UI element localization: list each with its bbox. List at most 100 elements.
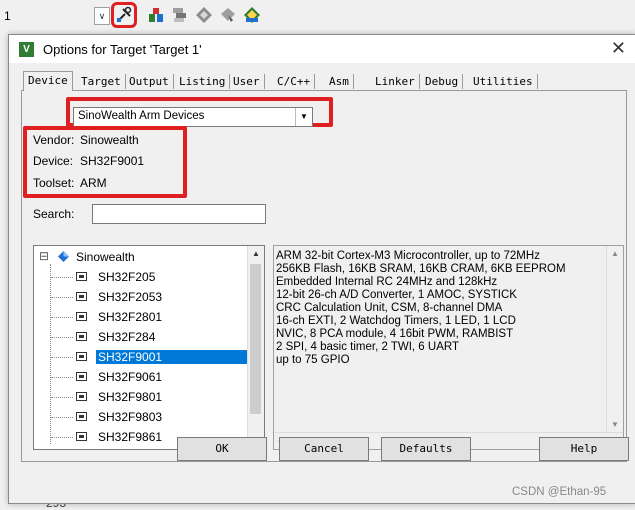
tree-connector	[51, 397, 73, 398]
defaults-button[interactable]: Defaults	[381, 437, 471, 461]
tab-asm[interactable]: Asm	[325, 74, 354, 89]
tree-item-label: SH32F9861	[98, 430, 163, 444]
device-value: SH32F9001	[80, 154, 145, 168]
tree-item-label: SH32F9801	[98, 390, 163, 404]
tree-item-device[interactable]: SH32F9801	[34, 388, 244, 406]
close-icon[interactable]: ✕	[611, 38, 626, 59]
tree-connector	[51, 277, 73, 278]
device-database-value: SinoWealth Arm Devices	[78, 110, 205, 122]
tree-item-device[interactable]: SH32F205	[34, 268, 244, 286]
options-for-target-icon	[117, 6, 132, 22]
chip-icon	[76, 372, 87, 381]
tab-listing[interactable]: Listing	[175, 74, 231, 89]
chip-icon	[76, 412, 87, 421]
tree-connector	[51, 377, 73, 378]
description-line: up to 75 GPIO	[276, 354, 350, 366]
description-line: NVIC, 8 PCA module, 4 16bit PWM, RAMBIST	[276, 328, 514, 340]
scroll-up-icon[interactable]: ▲	[611, 249, 619, 258]
manage-components-button[interactable]	[170, 5, 190, 25]
options-for-target-button[interactable]	[111, 2, 137, 28]
tree-item-label: SH32F284	[98, 330, 156, 344]
description-vscroll[interactable]: ▲ ▼	[606, 246, 623, 432]
select-software-packs-icon	[196, 7, 212, 23]
tree-item-label: SH32F2801	[98, 310, 163, 324]
tree-root-row[interactable]: ⊟ Sinowealth	[34, 248, 244, 266]
tree-connector	[51, 357, 73, 358]
chevron-down-icon[interactable]: ∨	[94, 7, 110, 25]
device-database-select[interactable]: SinoWealth Arm Devices ▼	[73, 107, 313, 127]
vendor-value: Sinowealth	[80, 133, 139, 147]
chip-icon	[76, 272, 87, 281]
chip-icon	[76, 392, 87, 401]
device-description: ARM 32-bit Cortex-M3 Microcontroller, up…	[273, 245, 624, 450]
description-line: 12-bit 26-ch A/D Converter, 1 AMOC, SYST…	[276, 289, 517, 301]
tree-connector	[51, 437, 73, 438]
tab-c-cpp[interactable]: C/C++	[273, 74, 316, 89]
tab-bar: Device Target Output Listing User C/C++ …	[21, 71, 625, 91]
description-line: 256KB Flash, 16KB SRAM, 16KB CRAM, 6KB E…	[276, 263, 566, 275]
collapse-icon[interactable]: ⊟	[39, 249, 49, 263]
description-line: Embedded Internal RC 24MHz and 128kHz	[276, 276, 498, 288]
scroll-thumb[interactable]	[250, 264, 261, 414]
tree-item-device[interactable]: SH32F9061	[34, 368, 244, 386]
ok-button[interactable]: OK	[177, 437, 267, 461]
chevron-down-icon[interactable]: ▼	[295, 108, 312, 126]
dialog-title: Options for Target 'Target 1'	[43, 42, 202, 57]
tree-connector	[51, 297, 73, 298]
batch-build-button[interactable]	[218, 5, 238, 25]
cancel-button[interactable]: Cancel	[279, 437, 369, 461]
description-line: 2 SPI, 4 basic timer, 2 TWI, 6 UART	[276, 341, 459, 353]
tab-utilities[interactable]: Utilities	[469, 74, 538, 89]
tree-scrollbar[interactable]: ▲ ▼	[247, 246, 264, 449]
search-label: Search:	[33, 207, 75, 221]
keil-app-icon: V	[19, 42, 34, 57]
description-line: 16-ch EXTI, 2 Watchdog Timers, 1 LED, 1 …	[276, 315, 516, 327]
tab-linker[interactable]: Linker	[371, 74, 420, 89]
chip-icon	[76, 332, 87, 341]
tree-item-label: SH32F205	[98, 270, 156, 284]
toolbar: 1 ∨	[0, 0, 635, 32]
select-software-packs-button[interactable]	[194, 5, 214, 25]
description-line: CRC Calculation Unit, CSM, 8-channel DMA	[276, 302, 503, 314]
toolset-value: ARM	[80, 176, 107, 190]
vendor-label: Vendor:	[33, 133, 75, 147]
dialog-titlebar: V Options for Target 'Target 1' ✕	[9, 35, 635, 63]
manage-components-icon	[173, 8, 186, 22]
tab-debug[interactable]: Debug	[421, 74, 464, 89]
tree-item-device[interactable]: SH32F9803	[34, 408, 244, 426]
scroll-down-icon[interactable]: ▼	[611, 420, 619, 429]
tree-item-device[interactable]: SH32F284	[34, 328, 244, 346]
tab-target[interactable]: Target	[77, 74, 126, 89]
tree-connector	[51, 317, 73, 318]
manage-project-items-icon	[244, 7, 260, 23]
pack-installer-button[interactable]	[146, 5, 166, 25]
scroll-up-icon[interactable]: ▲	[252, 249, 260, 258]
target-field-value: 1	[4, 9, 11, 23]
tree-item-label: SH32F2053	[98, 290, 163, 304]
tree-item-label: SH32F9061	[98, 370, 163, 384]
tree-item-device[interactable]: SH32F9001	[34, 348, 248, 366]
search-input[interactable]	[92, 204, 266, 224]
toolset-label: Toolset:	[33, 176, 75, 190]
tree-item-label: SH32F9001	[96, 350, 248, 364]
chip-icon	[76, 292, 87, 301]
chip-icon	[76, 432, 87, 441]
batch-build-icon	[221, 8, 235, 22]
pack-installer-icon	[149, 8, 163, 22]
tree-item-device[interactable]: SH32F2801	[34, 308, 244, 326]
chip-icon	[76, 312, 87, 321]
tree-root-label: Sinowealth	[76, 250, 135, 264]
tab-output[interactable]: Output	[125, 74, 174, 89]
device-tree: ⊟ Sinowealth SH32F205 SH32F2053 SH32F2801 S…	[33, 245, 265, 450]
help-button[interactable]: Help	[539, 437, 629, 461]
tree-item-label: SH32F9803	[98, 410, 163, 424]
tab-device[interactable]: Device	[23, 71, 73, 91]
tree-connector	[51, 417, 73, 418]
device-label: Device:	[33, 154, 74, 168]
manage-project-items-button[interactable]	[242, 5, 262, 25]
chip-icon	[76, 352, 87, 361]
tree-connector	[51, 337, 73, 338]
tab-user[interactable]: User	[229, 74, 265, 89]
vendor-diamond-icon	[58, 251, 69, 262]
tree-item-device[interactable]: SH32F2053	[34, 288, 244, 306]
